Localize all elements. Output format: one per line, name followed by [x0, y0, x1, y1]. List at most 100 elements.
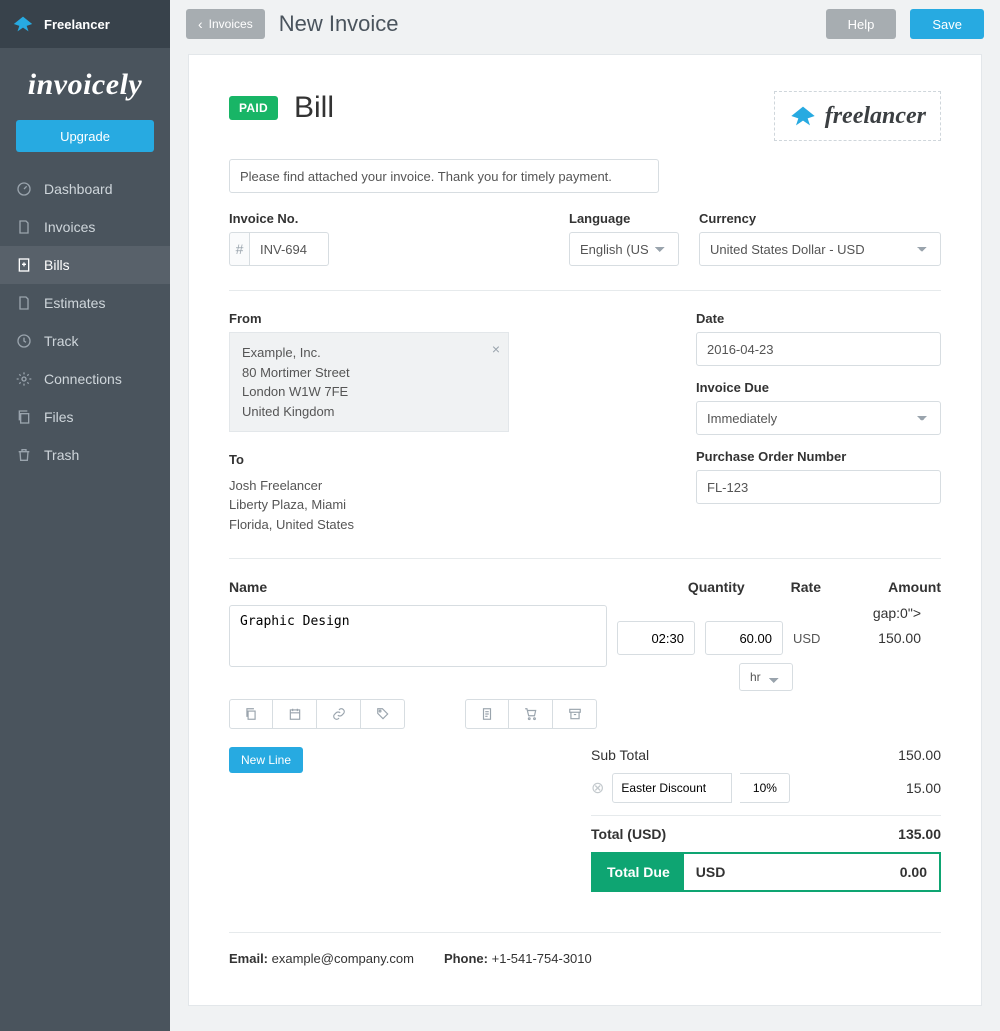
nav-label: Trash [44, 447, 79, 463]
description-input[interactable] [229, 159, 659, 193]
from-line2: London W1W 7FE [242, 382, 496, 402]
due-label: Invoice Due [696, 380, 941, 395]
tool-copy-icon[interactable] [229, 699, 273, 729]
col-rate: Rate [791, 579, 821, 595]
item-unit-select[interactable]: hr [739, 663, 793, 691]
totals: Sub Total 150.00 ⊗ 15.00 Total (USD) 135… [591, 747, 941, 892]
nav-estimates[interactable]: Estimates [0, 284, 170, 322]
divider [229, 290, 941, 291]
po-label: Purchase Order Number [696, 449, 941, 464]
bird-icon [12, 13, 34, 35]
trash-icon [16, 447, 32, 463]
item-name-input[interactable]: Graphic Design [229, 605, 607, 667]
status-badge: PAID [229, 96, 278, 120]
email-value: example@company.com [272, 951, 414, 966]
total-due-amount: 0.00 [737, 854, 939, 890]
date-label: Date [696, 311, 941, 326]
item-amount: 150.00 [847, 621, 921, 655]
app-logo: invoicely [0, 48, 170, 116]
nav-track[interactable]: Track [0, 322, 170, 360]
client-logo-text: freelancer [825, 103, 926, 130]
subtotal-value: 150.00 [898, 747, 941, 763]
nav-label: Estimates [44, 295, 105, 311]
bird-icon [789, 102, 817, 130]
nav-invoices[interactable]: Invoices [0, 208, 170, 246]
total-due-currency: USD [684, 854, 738, 890]
total-value: 135.00 [898, 826, 941, 842]
nav-bills[interactable]: Bills [0, 246, 170, 284]
col-qty: Quantity [688, 579, 745, 595]
email-label: Email: [229, 951, 268, 966]
topbar: ‹ Invoices New Invoice Help Save [170, 0, 1000, 48]
to-label: To [229, 450, 509, 470]
phone-value: +1-541-754-3010 [492, 951, 592, 966]
language-select[interactable]: English (US) [569, 232, 679, 266]
back-label: Invoices [209, 17, 253, 31]
item-qty-input[interactable] [617, 621, 695, 655]
upgrade-button[interactable]: Upgrade [16, 120, 154, 152]
date-input[interactable] [696, 332, 941, 366]
close-icon[interactable]: × [492, 339, 500, 360]
new-line-button[interactable]: New Line [229, 747, 303, 773]
total-label: Total (USD) [591, 826, 666, 842]
subtotal-label: Sub Total [591, 747, 649, 763]
tool-link-icon[interactable] [317, 699, 361, 729]
tool-archive-icon[interactable] [553, 699, 597, 729]
nav-label: Invoices [44, 219, 95, 235]
from-box[interactable]: × Example, Inc. 80 Mortimer Street Londo… [229, 332, 509, 432]
gauge-icon [16, 181, 32, 197]
page-title: New Invoice [279, 11, 399, 37]
nav: Dashboard Invoices Bills Estimates Track… [0, 170, 170, 474]
divider [229, 558, 941, 559]
currency-label: Currency [699, 211, 941, 226]
main: ‹ Invoices New Invoice Help Save PAID Bi… [170, 0, 1000, 1031]
discount-name-input[interactable] [612, 773, 732, 803]
to-name: Josh Freelancer [229, 476, 509, 496]
nav-trash[interactable]: Trash [0, 436, 170, 474]
from-name: Example, Inc. [242, 343, 496, 363]
nav-connections[interactable]: Connections [0, 360, 170, 398]
brand-name: Freelancer [44, 17, 110, 32]
tool-calendar-icon[interactable] [273, 699, 317, 729]
from-line3: United Kingdom [242, 402, 496, 422]
currency-select[interactable]: United States Dollar - USD [699, 232, 941, 266]
from-label: From [229, 311, 509, 326]
remove-discount-icon[interactable]: ⊗ [591, 778, 604, 798]
items-header: Name Quantity Rate Amount [229, 579, 941, 595]
nav-label: Track [44, 333, 78, 349]
tool-receipt-icon[interactable] [465, 699, 509, 729]
save-button[interactable]: Save [910, 9, 984, 39]
tool-cart-icon[interactable] [509, 699, 553, 729]
nav-label: Files [44, 409, 74, 425]
sidebar: Freelancer invoicely Upgrade Dashboard I… [0, 0, 170, 1031]
discount-amount: 15.00 [906, 780, 941, 796]
document-icon [16, 219, 32, 235]
line-item-row: Graphic Design gap:0"> USD 150.00 hr [229, 605, 941, 691]
discount-percent-input[interactable] [740, 773, 790, 803]
invoice-no-input[interactable] [249, 232, 329, 266]
total-due-box: Total Due USD 0.00 [591, 852, 941, 892]
due-select[interactable]: Immediately [696, 401, 941, 435]
hash-icon: # [229, 232, 249, 266]
invoice-card: PAID Bill freelancer Invoice No. # [188, 54, 982, 1006]
total-due-label: Total Due [593, 854, 684, 890]
footer: Email: example@company.com Phone: +1-541… [229, 932, 941, 966]
tool-tag-icon[interactable] [361, 699, 405, 729]
item-rate-input[interactable] [705, 621, 783, 655]
item-tools [229, 699, 941, 729]
language-label: Language [569, 211, 679, 226]
col-name: Name [229, 579, 267, 595]
invoice-no-label: Invoice No. [229, 211, 329, 226]
nav-files[interactable]: Files [0, 398, 170, 436]
col-amount: Amount [867, 579, 941, 595]
page-icon [16, 295, 32, 311]
help-button[interactable]: Help [826, 9, 897, 39]
clock-icon [16, 333, 32, 349]
chevron-left-icon: ‹ [198, 17, 203, 31]
phone-label: Phone: [444, 951, 488, 966]
client-logo-box[interactable]: freelancer [774, 91, 941, 141]
copy-icon [16, 409, 32, 425]
nav-dashboard[interactable]: Dashboard [0, 170, 170, 208]
back-button[interactable]: ‹ Invoices [186, 9, 265, 39]
po-input[interactable] [696, 470, 941, 504]
